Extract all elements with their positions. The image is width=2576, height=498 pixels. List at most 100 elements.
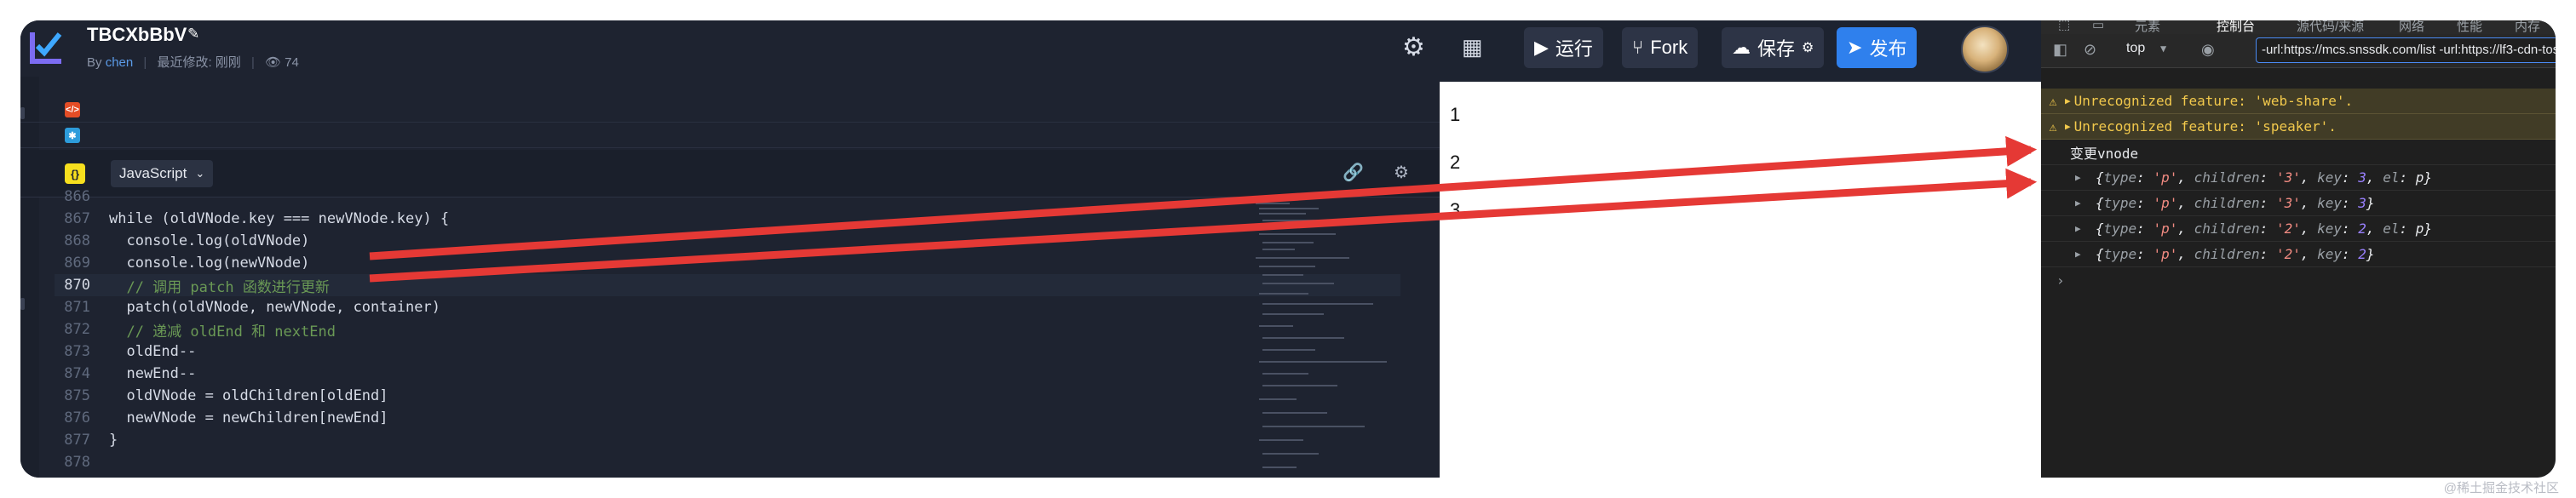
caret-right-icon[interactable]: ▶ xyxy=(2075,197,2096,209)
line-number: 877 xyxy=(64,432,90,449)
warning-icon: ⚠ xyxy=(2049,118,2057,135)
minimap-line xyxy=(1259,361,1387,363)
minimap-line xyxy=(1259,266,1315,267)
minimap-line xyxy=(1262,349,1315,351)
tab-console[interactable]: 控制台 xyxy=(2217,20,2255,34)
css-tab[interactable]: ✱ xyxy=(20,123,1440,148)
caret-right-icon[interactable]: ▶ xyxy=(2075,249,2096,260)
line-number: 867 xyxy=(64,210,90,227)
line-number: 878 xyxy=(64,454,90,471)
save-label: 保存 xyxy=(1757,38,1796,60)
minimap-line xyxy=(1259,208,1319,209)
console-warning[interactable]: ⚠ ▶ Unrecognized feature: 'web-share'. xyxy=(2041,89,2556,114)
minimap-line xyxy=(1259,293,1308,295)
tab-network[interactable]: 网络 xyxy=(2399,20,2424,34)
language-select[interactable]: JavaScript ⌄ xyxy=(111,160,214,187)
publish-label: 发布 xyxy=(1869,38,1907,60)
vnode-object: {type: 'p', children: '3', key: 3, el: p… xyxy=(2096,169,2432,186)
console-object[interactable]: ▶ {type: 'p', children: '2', key: 2, el:… xyxy=(2041,216,2556,242)
console-warning[interactable]: ⚠ ▶ Unrecognized feature: 'speaker'. xyxy=(2041,114,2556,140)
tab-elements[interactable]: 元素 xyxy=(2135,20,2160,34)
code-minimap[interactable] xyxy=(1252,197,1423,478)
tab-sources[interactable]: 源代码/来源 xyxy=(2297,20,2364,34)
console-object[interactable]: ▶ {type: 'p', children: '2', key: 2} xyxy=(2041,242,2556,267)
divider: | xyxy=(143,55,147,70)
css-icon: ✱ xyxy=(65,128,80,143)
line-number: 876 xyxy=(64,409,90,426)
save-button[interactable]: ☁ 保存 ⚙ xyxy=(1722,27,1825,68)
caret-right-icon[interactable]: ▶ xyxy=(2075,223,2096,234)
warning-icon: ⚠ xyxy=(2049,93,2057,109)
devtools-tabs: ⬚ ▭ 元素 控制台 源代码/来源 网络 性能 内存 xyxy=(2041,20,2556,34)
minimap-line xyxy=(1262,453,1319,455)
project-meta: By chen | 最近修改: 刚刚 | 👁 74 xyxy=(87,53,299,71)
caret-right-icon: ▶ xyxy=(2065,95,2071,106)
code-text: patch(oldVNode, newVNode, container) xyxy=(109,299,440,316)
console-toolbar: ◧ ⊘ top ▼ ◉ -url:https://mcs.snssdk.com/… xyxy=(2041,34,2556,68)
js-icon: {} xyxy=(65,163,85,184)
fork-button[interactable]: ⑂ Fork xyxy=(1622,27,1699,68)
minimap-line xyxy=(1262,220,1331,221)
console-object[interactable]: ▶ {type: 'p', children: '3', key: 3} xyxy=(2041,191,2556,216)
gear-icon[interactable]: ⚙ xyxy=(1394,162,1409,183)
minimap-line xyxy=(1259,213,1306,215)
minimap-line xyxy=(1259,398,1297,400)
console-object[interactable]: ▶ {type: 'p', children: '3', key: 3, el:… xyxy=(2041,165,2556,191)
gear-icon: ⚙ xyxy=(1802,41,1814,55)
code-area[interactable]: 866 867 while (oldVNode.key === newVNode… xyxy=(55,188,1400,478)
layout-icon[interactable]: ▦ xyxy=(1462,34,1483,60)
sidebar-toggle-icon[interactable]: ◧ xyxy=(2053,41,2067,59)
code-text: oldVNode = oldChildren[oldEnd] xyxy=(109,387,388,404)
minimap-line xyxy=(1262,283,1334,284)
minimap-line xyxy=(1262,249,1295,250)
gear-icon[interactable]: ⚙ xyxy=(1402,32,1425,62)
minimap-line xyxy=(1262,467,1297,468)
line-number: 873 xyxy=(64,343,90,360)
line-number: 872 xyxy=(64,321,90,338)
last-modified: 最近修改: 刚刚 xyxy=(157,55,241,70)
minimap-line xyxy=(1262,412,1327,414)
watermark: @稀土掘金技术社区 xyxy=(2443,481,2559,495)
minimap-line xyxy=(1262,337,1344,339)
code-line-active: 870 // 调用 patch 函数进行更新 xyxy=(55,274,1400,296)
console-filter-input[interactable]: -url:https://mcs.snssdk.com/list -url:ht… xyxy=(2256,37,2556,63)
gutter-marker xyxy=(20,298,25,310)
minimap-line xyxy=(1262,385,1337,386)
code-text: } xyxy=(109,432,118,449)
publish-button[interactable]: ➤ 发布 xyxy=(1837,27,1918,68)
run-label: 运行 xyxy=(1555,38,1593,60)
context-select[interactable]: top xyxy=(2126,41,2145,56)
line-number: 874 xyxy=(64,365,90,382)
run-button[interactable]: ▶ 运行 xyxy=(1524,27,1603,68)
device-icon[interactable]: ▭ xyxy=(2092,20,2104,32)
tab-performance[interactable]: 性能 xyxy=(2457,20,2482,34)
avatar[interactable] xyxy=(1961,26,2009,73)
tab-memory[interactable]: 内存 xyxy=(2515,20,2540,34)
eye-icon[interactable]: ◉ xyxy=(2201,41,2215,59)
devtools-icon[interactable]: ⬚ xyxy=(2058,20,2070,32)
code-text: console.log(newVNode) xyxy=(109,255,310,272)
code-text: newVNode = newChildren[newEnd] xyxy=(109,409,388,426)
code-line: 873 oldEnd-- xyxy=(55,341,1400,363)
minimap-line xyxy=(1262,313,1324,315)
html-tab[interactable]: </> xyxy=(20,97,1440,123)
warning-text: Unrecognized feature: 'speaker'. xyxy=(2073,118,2337,135)
project-title[interactable]: TBCXbBbV xyxy=(87,24,187,46)
code-text: while (oldVNode.key === newVNode.key) { xyxy=(109,210,450,227)
minimap-line xyxy=(1262,426,1365,427)
fork-icon: ⑂ xyxy=(1632,37,1644,58)
code-text: oldEnd-- xyxy=(109,343,197,360)
author-link[interactable]: chen xyxy=(106,55,134,70)
code-line: 869 console.log(newVNode) xyxy=(55,252,1400,274)
edit-title-icon[interactable]: ✎ xyxy=(187,26,199,43)
logo-icon[interactable] xyxy=(29,27,65,66)
caret-right-icon[interactable]: ▶ xyxy=(2075,172,2096,183)
code-line: 874 newEnd-- xyxy=(55,363,1400,385)
line-number: 875 xyxy=(64,387,90,404)
minimap-line xyxy=(1262,303,1373,305)
clear-console-icon[interactable]: ⊘ xyxy=(2084,41,2096,59)
code-comment: // 调用 patch 函数进行更新 xyxy=(109,278,330,296)
link-icon[interactable]: 🔗 xyxy=(1343,162,1364,183)
console-prompt-icon[interactable]: › xyxy=(2056,272,2065,289)
play-icon: ▶ xyxy=(1534,37,1549,58)
